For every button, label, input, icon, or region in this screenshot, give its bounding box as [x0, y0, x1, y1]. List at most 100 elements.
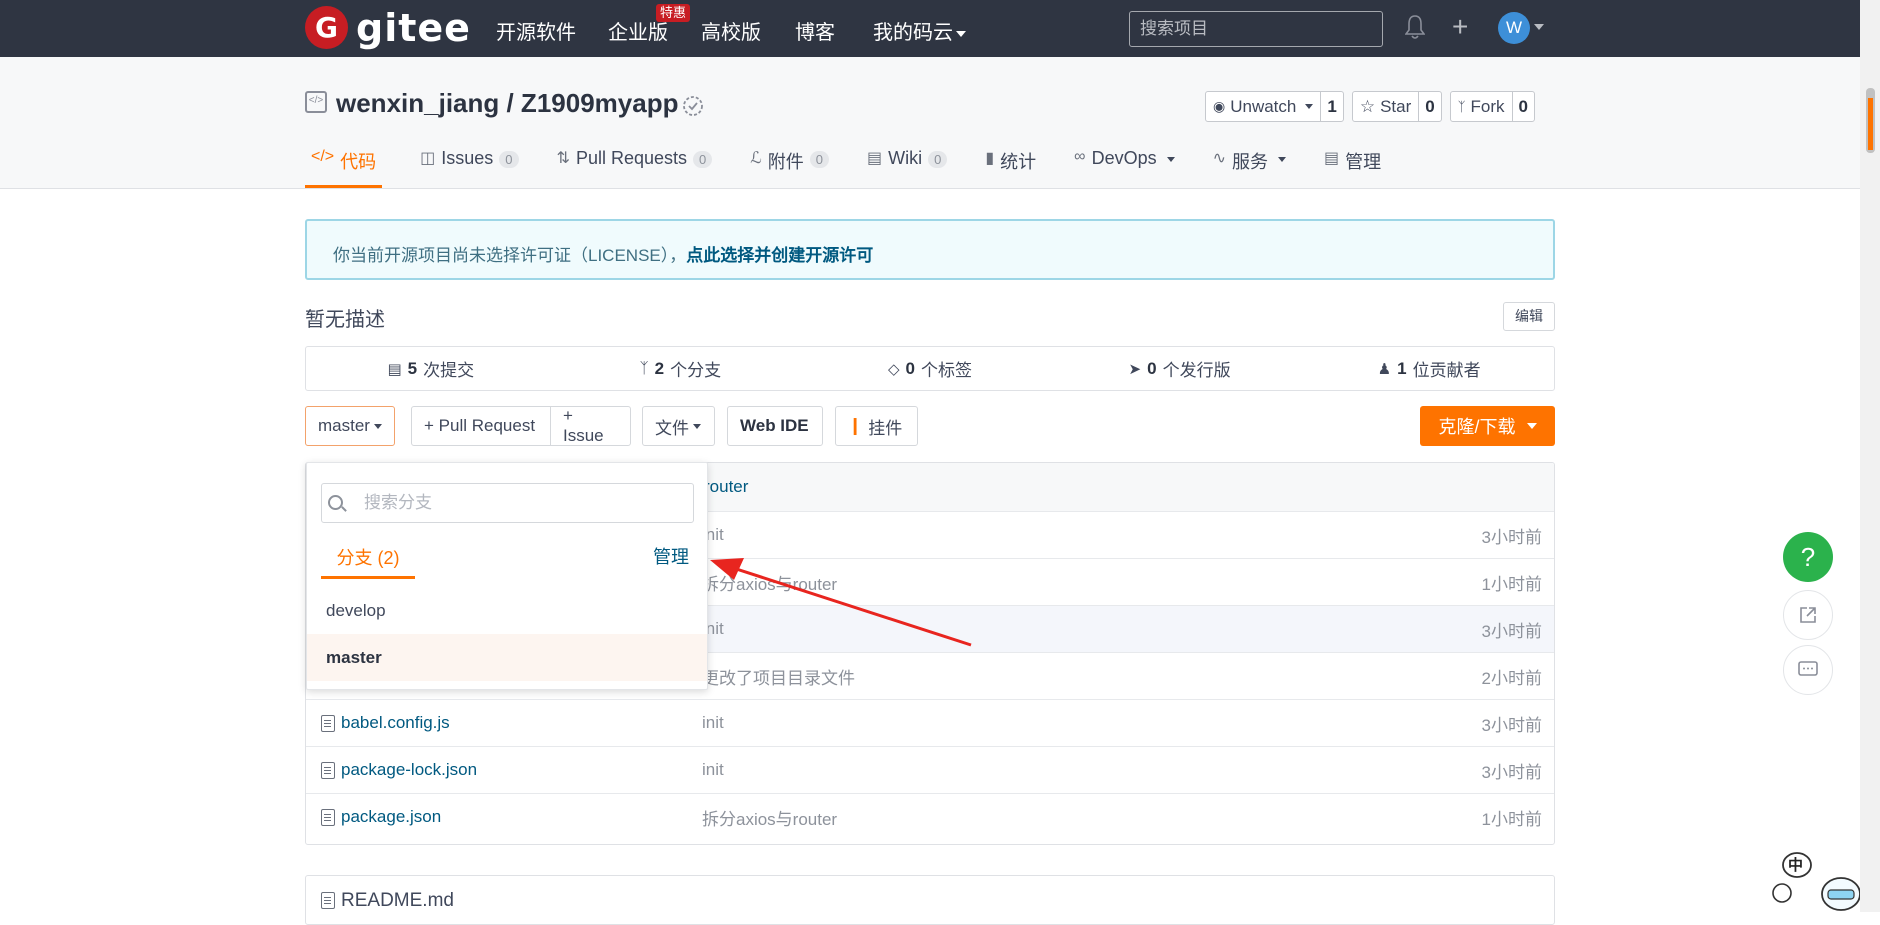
- table-row[interactable]: package-lock.json init 3小时前: [306, 746, 1554, 793]
- commit-message[interactable]: init: [702, 713, 724, 733]
- tab-attachments-count: 0: [809, 151, 829, 168]
- clone-download-label: 克隆/下载: [1438, 417, 1516, 437]
- stat-tags[interactable]: ◇ 0 个标签: [805, 347, 1055, 390]
- manage-branches-link[interactable]: 管理: [653, 543, 689, 569]
- book-icon: ▤: [867, 150, 883, 167]
- commit-message[interactable]: 拆分axios与router: [702, 805, 837, 830]
- send-icon: ➤: [1128, 360, 1142, 378]
- create-license-link[interactable]: 点此选择并创建开源许可: [686, 246, 873, 265]
- avatar[interactable]: W: [1498, 12, 1530, 44]
- bar-chart-icon: ▮: [985, 150, 995, 167]
- pulse-icon: ∿: [1212, 150, 1227, 167]
- hot-badge: 特惠: [656, 4, 691, 22]
- help-button[interactable]: ?: [1783, 532, 1833, 582]
- stat-releases[interactable]: ➤ 0 个发行版: [1055, 347, 1305, 390]
- code-icon: </>: [311, 148, 335, 165]
- eye-icon: ◉: [1213, 98, 1226, 114]
- star-count[interactable]: 0: [1419, 92, 1440, 121]
- fork-count[interactable]: 0: [1513, 92, 1534, 121]
- latest-commit-message[interactable]: router: [704, 477, 748, 497]
- branch-item-master[interactable]: master: [307, 634, 707, 681]
- chevron-down-icon: [693, 423, 701, 429]
- new-pull-request-button[interactable]: + Pull Request: [411, 406, 551, 446]
- unwatch-button[interactable]: ◉ Unwatch 1: [1205, 91, 1344, 122]
- tab-issues-label: Issues: [441, 148, 494, 168]
- tab-wiki[interactable]: ▤ Wiki 0: [867, 148, 948, 188]
- bell-icon[interactable]: [1404, 14, 1426, 45]
- license-notice: 你当前开源项目尚未选择许可证（LICENSE），点此选择并创建开源许可: [305, 219, 1555, 280]
- file-icon: [321, 714, 335, 732]
- branch-search-input[interactable]: [321, 483, 694, 523]
- new-issue-button[interactable]: + Issue: [550, 406, 631, 446]
- file-menu-button[interactable]: 文件: [642, 406, 715, 446]
- nav-opensource[interactable]: 开源软件: [496, 16, 576, 45]
- tab-pull-requests[interactable]: ⇅ Pull Requests 0: [557, 148, 713, 188]
- fork-button[interactable]: ᛉ Fork 0: [1449, 91, 1536, 122]
- edit-description-button[interactable]: 编辑: [1503, 302, 1555, 331]
- commit-message[interactable]: 更改了项目目录文件: [702, 664, 855, 689]
- file-menu-label: 文件: [655, 418, 689, 438]
- stat-branches[interactable]: ᛉ2 个分支: [556, 347, 806, 390]
- chat-icon[interactable]: [1783, 645, 1833, 695]
- gitee-logo[interactable]: G gitee: [305, 6, 471, 49]
- tab-manage-label: 管理: [1345, 152, 1382, 172]
- repo-title[interactable]: wenxin_jiang / Z1909myapp: [336, 88, 678, 119]
- stat-contributors[interactable]: ♟ 1 位贡献者: [1304, 347, 1554, 390]
- contributors-icon: ♟: [1377, 360, 1392, 378]
- ime-widget[interactable]: 中: [1764, 848, 1861, 912]
- star-button[interactable]: ☆ Star 0: [1351, 91, 1442, 122]
- plus-icon[interactable]: +: [1452, 13, 1468, 41]
- stat-contributors-value: 1: [1397, 358, 1407, 378]
- stat-releases-value: 0: [1147, 358, 1157, 378]
- tab-code-label: 代码: [340, 152, 377, 172]
- nav-my-gitee[interactable]: 我的码云: [873, 16, 966, 45]
- branch-dropdown: 分支 (2) 管理 develop master: [306, 462, 708, 690]
- tab-attachments[interactable]: ℒ 附件 0: [750, 148, 829, 188]
- fork-icon: ᛉ: [1457, 99, 1466, 114]
- tab-issues-count: 0: [499, 151, 519, 168]
- stat-branches-value: 2: [654, 358, 665, 378]
- web-ide-button[interactable]: Web IDE: [727, 406, 823, 446]
- unwatch-label: Unwatch: [1230, 96, 1297, 116]
- commit-message[interactable]: init: [702, 760, 724, 780]
- readme-title[interactable]: README.md: [341, 890, 454, 912]
- settings-doc-icon: ▤: [1324, 150, 1340, 167]
- branch-selector-button[interactable]: master: [305, 406, 395, 446]
- tab-stats[interactable]: ▮ 统计: [985, 148, 1036, 188]
- tab-code[interactable]: </> 代码: [305, 148, 383, 188]
- infinity-icon: ∞: [1074, 148, 1086, 165]
- readme-file-icon: [321, 892, 335, 909]
- share-icon[interactable]: [1783, 590, 1833, 640]
- project-search-input[interactable]: [1129, 11, 1383, 47]
- branch-item-develop[interactable]: develop: [307, 587, 707, 634]
- watch-count[interactable]: 1: [1321, 92, 1342, 121]
- file-icon: [321, 808, 335, 826]
- table-row[interactable]: package.json 拆分axios与router 1小时前: [306, 793, 1554, 840]
- tab-services[interactable]: ∿ 服务: [1212, 148, 1287, 188]
- tab-branches[interactable]: 分支 (2): [321, 541, 415, 579]
- clone-download-button[interactable]: 克隆/下载: [1420, 406, 1555, 446]
- gitee-logo-icon: G: [305, 6, 348, 49]
- table-row[interactable]: babel.config.js init 3小时前: [306, 699, 1554, 746]
- repo-description: 暂无描述: [305, 309, 385, 331]
- fork-label: Fork: [1470, 96, 1505, 116]
- tab-pull-requests-count: 0: [693, 151, 713, 168]
- nav-my-gitee-label: 我的码云: [873, 22, 953, 44]
- chevron-down-icon: [1166, 157, 1175, 162]
- file-icon: [321, 761, 335, 779]
- tab-devops-label: DevOps: [1091, 148, 1157, 168]
- tab-issues[interactable]: ◫ Issues 0: [420, 148, 519, 188]
- repo-badge-icon[interactable]: [681, 94, 705, 123]
- avatar-chevron-down-icon[interactable]: [1534, 24, 1544, 30]
- tab-devops[interactable]: ∞ DevOps: [1074, 148, 1175, 188]
- tab-manage[interactable]: ▤ 管理: [1324, 148, 1381, 188]
- file-name[interactable]: package.json: [321, 807, 441, 827]
- paperclip-icon: ℒ: [750, 150, 762, 167]
- nav-education[interactable]: 高校版: [701, 16, 761, 45]
- file-name[interactable]: package-lock.json: [321, 760, 477, 780]
- stat-commits[interactable]: ▤ 5 次提交: [306, 347, 556, 390]
- nav-blog[interactable]: 博客: [795, 16, 835, 45]
- tab-wiki-label: Wiki: [888, 148, 923, 168]
- widget-button[interactable]: ❙ 挂件: [835, 406, 918, 446]
- file-name[interactable]: babel.config.js: [321, 713, 450, 733]
